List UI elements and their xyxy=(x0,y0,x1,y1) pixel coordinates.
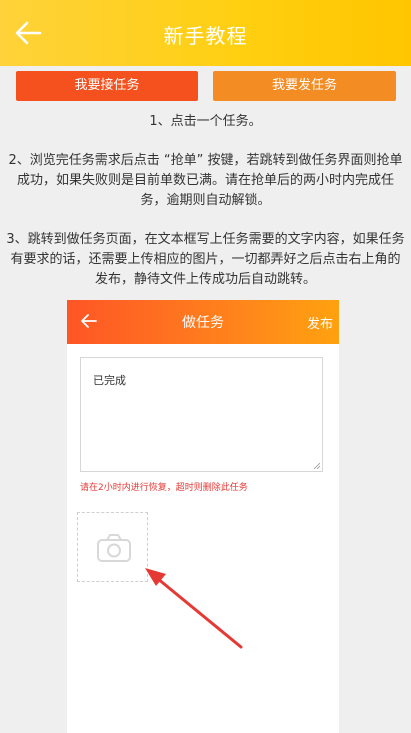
demo-title: 做任务 xyxy=(182,315,224,331)
demo-deadline-note: 请在2小时内进行恢复，超时则删除此任务 xyxy=(80,483,248,493)
page-title: 新手教程 xyxy=(163,24,248,48)
demo-publish-label: 发布 xyxy=(306,317,333,332)
demo-upload-box xyxy=(77,512,148,582)
demo-header-bar: 做任务 发布 xyxy=(67,300,339,344)
role-tabs: 我要接任务 我要发任务 xyxy=(16,71,396,101)
accept-task-button[interactable]: 我要接任务 xyxy=(16,71,198,101)
tutorial-screenshot: 做任务 发布 已完成 请在2小时内进行恢复，超时则删除此任务 xyxy=(67,300,339,733)
step-2-text: 2、浏览完任务需求后点击 “抢单” 按键，若跳转到做任务界面则抢单成功，如果失败… xyxy=(8,153,403,208)
demo-textarea: 已完成 xyxy=(80,357,323,472)
camera-icon xyxy=(97,534,131,562)
resize-grip-icon xyxy=(313,462,320,469)
step-1-text: 1、点击一个任务。 xyxy=(149,114,262,129)
publish-task-button[interactable]: 我要发任务 xyxy=(213,71,396,101)
demo-textarea-value: 已完成 xyxy=(93,374,126,387)
header-bar: 新手教程 xyxy=(0,0,411,66)
step-3-text: 3、跳转到做任务页面，在文本框写上任务需要的文字内容，如果任务有要求的话，还需要… xyxy=(6,232,405,287)
tutorial-steps: 1、点击一个任务。 2、浏览完任务需求后点击 “抢单” 按键，若跳转到做任务界面… xyxy=(5,112,406,290)
